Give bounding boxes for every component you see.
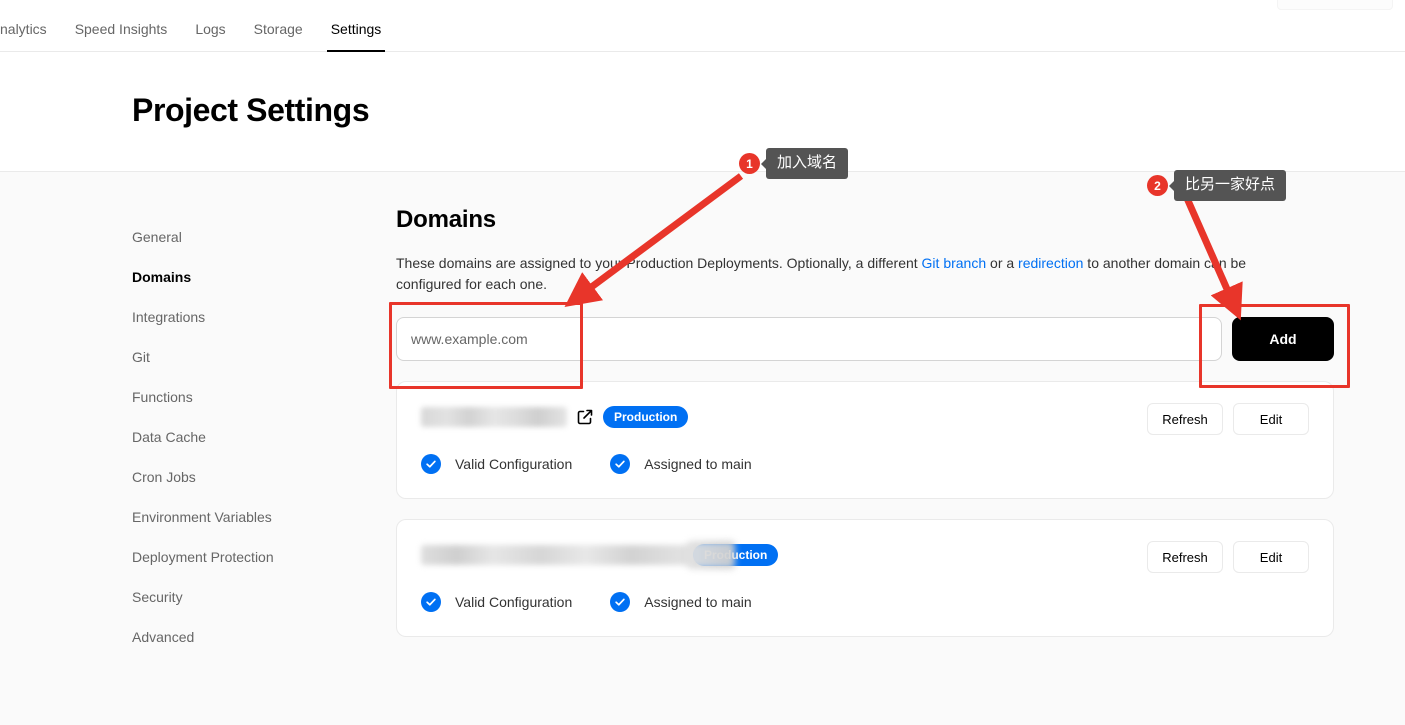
tab-logs-label: Logs (195, 21, 225, 37)
tab-logs[interactable]: Logs (181, 22, 239, 52)
check-circle-icon (421, 454, 441, 474)
status-badge-production: Production (693, 544, 778, 566)
domain-input[interactable] (396, 317, 1222, 361)
add-domain-row: Add (396, 317, 1334, 361)
domain-card: Production Valid Configuration Assigned … (396, 381, 1334, 499)
domain-card: Production Valid Configuration Assigned … (396, 519, 1334, 637)
domain-card-actions: Refresh Edit (1147, 403, 1309, 435)
sidebar-item-integrations-label: Integrations (132, 309, 205, 325)
sidebar-item-integrations[interactable]: Integrations (132, 297, 362, 337)
status-valid-configuration: Valid Configuration (421, 454, 572, 474)
badge-mask-overlay (687, 541, 735, 569)
sidebar-item-git-label: Git (132, 349, 150, 365)
sidebar-item-deployment-protection-label: Deployment Protection (132, 549, 274, 565)
sidebar-item-domains[interactable]: Domains (132, 257, 362, 297)
tab-analytics[interactable]: nalytics (0, 22, 61, 52)
sidebar-item-advanced-label: Advanced (132, 629, 194, 645)
top-nav-items: nalytics Speed Insights Logs Storage Set… (0, 0, 395, 52)
sidebar-item-advanced[interactable]: Advanced (132, 617, 362, 657)
page-title: Project Settings (132, 92, 369, 129)
refresh-button[interactable]: Refresh (1147, 541, 1223, 573)
domain-card-status-row: Valid Configuration Assigned to main (421, 592, 1309, 612)
status-valid-configuration-label: Valid Configuration (455, 594, 572, 610)
check-circle-icon (610, 454, 630, 474)
sidebar-item-environment-variables[interactable]: Environment Variables (132, 497, 362, 537)
check-circle-icon (610, 592, 630, 612)
tab-storage-label: Storage (254, 21, 303, 37)
status-valid-configuration-label: Valid Configuration (455, 456, 572, 472)
external-link-icon[interactable] (577, 409, 593, 425)
sidebar-item-functions-label: Functions (132, 389, 193, 405)
tab-settings-label: Settings (331, 21, 382, 37)
sidebar-item-cron-jobs[interactable]: Cron Jobs (132, 457, 362, 497)
tab-settings[interactable]: Settings (317, 22, 396, 52)
sidebar-item-data-cache-label: Data Cache (132, 429, 206, 445)
section-description: These domains are assigned to your Produ… (396, 253, 1282, 295)
check-circle-icon (421, 592, 441, 612)
sidebar-item-domains-label: Domains (132, 269, 191, 285)
sidebar-item-security-label: Security (132, 589, 183, 605)
refresh-button[interactable]: Refresh (1147, 403, 1223, 435)
redirection-link[interactable]: redirection (1018, 255, 1083, 271)
description-part-2: or a (986, 255, 1018, 271)
top-navigation-bar: nalytics Speed Insights Logs Storage Set… (0, 0, 1405, 52)
status-valid-configuration: Valid Configuration (421, 592, 572, 612)
domain-name-masked (421, 407, 567, 427)
sidebar-item-functions[interactable]: Functions (132, 377, 362, 417)
sidebar-item-environment-variables-label: Environment Variables (132, 509, 272, 525)
status-assigned-to-main-label: Assigned to main (644, 594, 751, 610)
tab-analytics-label: nalytics (0, 21, 47, 37)
status-assigned-to-main-label: Assigned to main (644, 456, 751, 472)
git-branch-link[interactable]: Git branch (922, 255, 987, 271)
domains-panel: Domains These domains are assigned to yo… (396, 206, 1334, 637)
domain-name-masked (421, 545, 721, 565)
section-title: Domains (396, 206, 1334, 234)
settings-content-area: General Domains Integrations Git Functio… (0, 172, 1405, 725)
description-part-1: These domains are assigned to your Produ… (396, 255, 922, 271)
tab-speed-insights-label: Speed Insights (75, 21, 168, 37)
page-heading-band: Project Settings (0, 52, 1405, 172)
edit-button[interactable]: Edit (1233, 541, 1309, 573)
settings-sidebar: General Domains Integrations Git Functio… (132, 217, 362, 657)
status-badge-production: Production (603, 406, 688, 428)
sidebar-item-general[interactable]: General (132, 217, 362, 257)
domain-card-status-row: Valid Configuration Assigned to main (421, 454, 1309, 474)
status-assigned-to-main: Assigned to main (610, 592, 751, 612)
top-right-partial-element (1277, 0, 1393, 10)
status-assigned-to-main: Assigned to main (610, 454, 751, 474)
sidebar-item-deployment-protection[interactable]: Deployment Protection (132, 537, 362, 577)
sidebar-item-security[interactable]: Security (132, 577, 362, 617)
sidebar-item-general-label: General (132, 229, 182, 245)
sidebar-item-git[interactable]: Git (132, 337, 362, 377)
sidebar-item-cron-jobs-label: Cron Jobs (132, 469, 196, 485)
edit-button[interactable]: Edit (1233, 403, 1309, 435)
add-domain-button[interactable]: Add (1232, 317, 1334, 361)
sidebar-item-data-cache[interactable]: Data Cache (132, 417, 362, 457)
domain-card-actions: Refresh Edit (1147, 541, 1309, 573)
tab-speed-insights[interactable]: Speed Insights (61, 22, 182, 52)
tab-storage[interactable]: Storage (240, 22, 317, 52)
